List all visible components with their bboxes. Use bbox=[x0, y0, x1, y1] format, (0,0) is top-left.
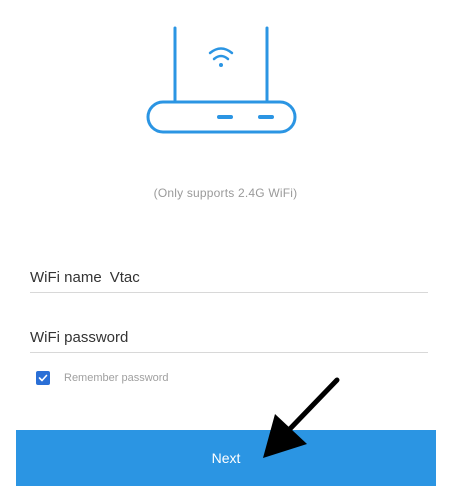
wifi-name-field[interactable]: WiFi name bbox=[30, 262, 428, 293]
wifi-password-field[interactable]: WiFi password bbox=[30, 322, 428, 353]
wifi-password-label: WiFi password bbox=[30, 328, 129, 346]
remember-password-checkbox[interactable] bbox=[36, 371, 50, 385]
wifi-name-label: WiFi name bbox=[30, 268, 102, 286]
wifi-signal-icon bbox=[208, 47, 234, 61]
remember-password-row[interactable]: Remember password bbox=[36, 371, 169, 385]
wifi-setup-screen: (Only supports 2.4G WiFi) WiFi name WiFi… bbox=[0, 0, 451, 497]
checkmark-icon bbox=[38, 374, 48, 382]
next-button[interactable]: Next bbox=[16, 430, 436, 486]
wifi-password-input[interactable] bbox=[136, 328, 428, 346]
router-icon bbox=[146, 26, 297, 134]
wifi-name-input[interactable] bbox=[109, 268, 428, 286]
remember-password-label: Remember password bbox=[64, 372, 169, 384]
supported-band-note: (Only supports 2.4G WiFi) bbox=[153, 186, 298, 200]
